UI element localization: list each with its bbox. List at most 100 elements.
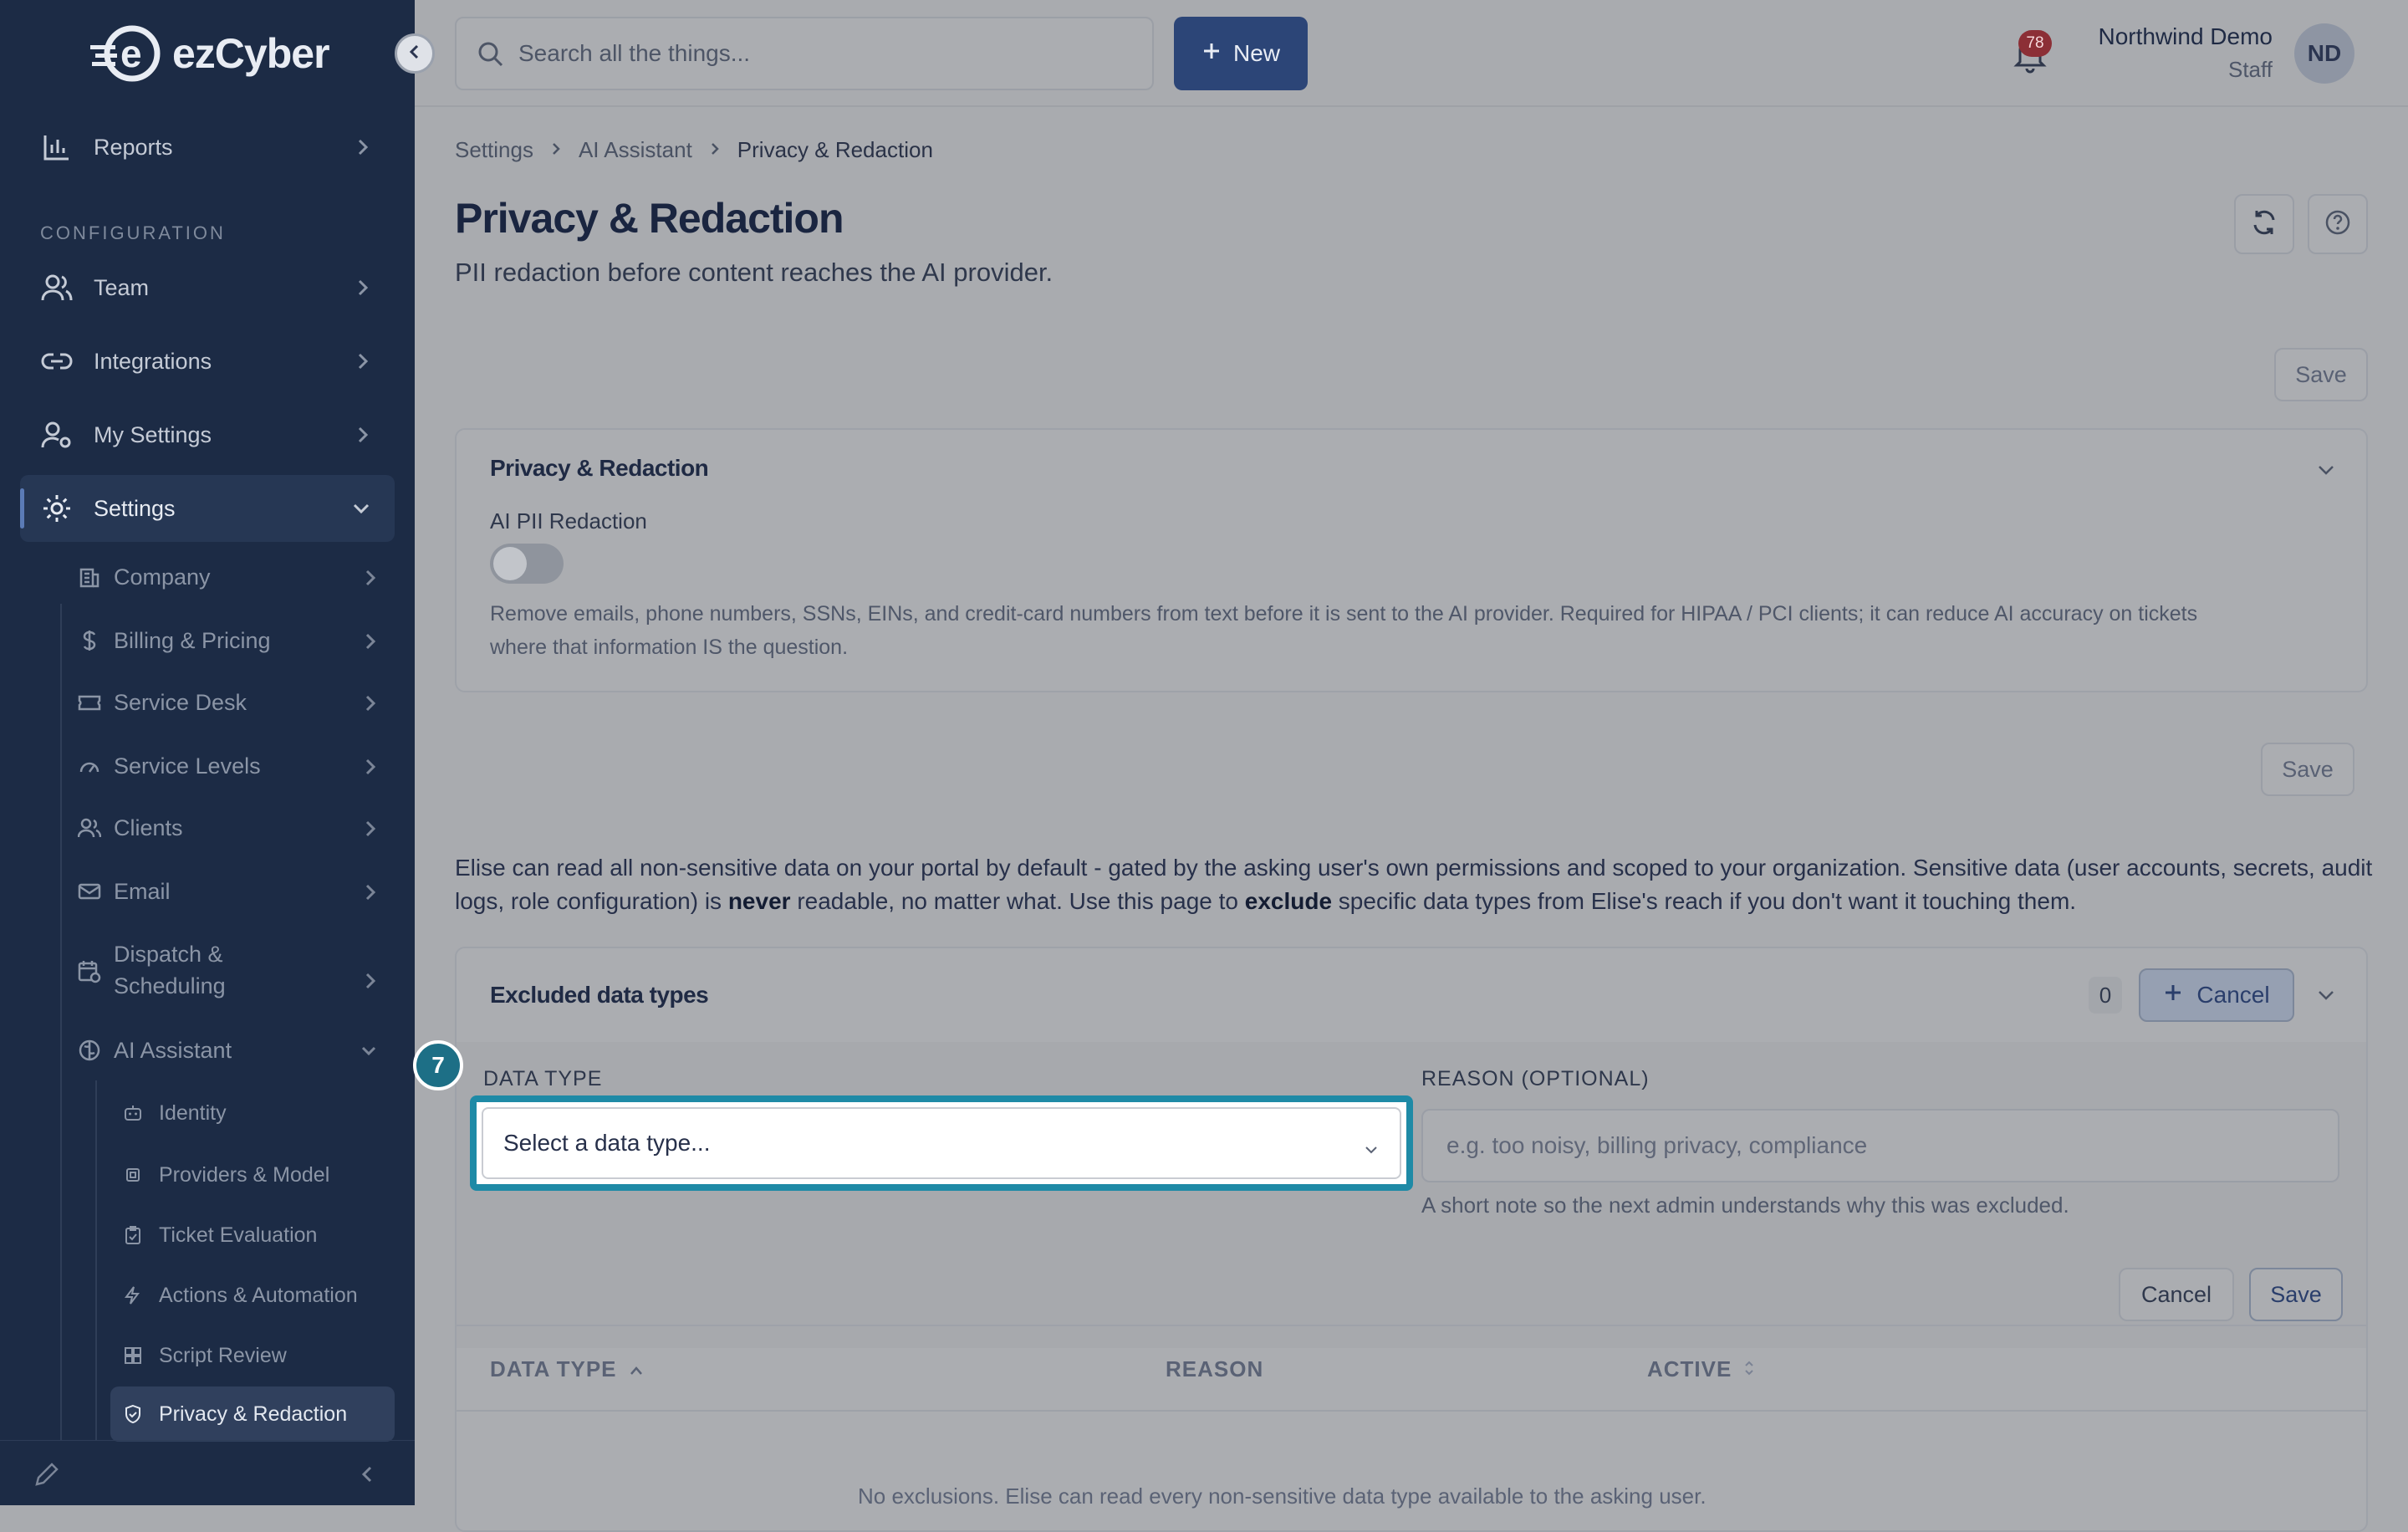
sidebar-item-ticket-evaluation[interactable]: Ticket Evaluation (110, 1208, 395, 1263)
save-button[interactable]: Save (2261, 743, 2354, 796)
chevron-right-icon (363, 692, 378, 718)
sidebar-item-label: AI Assistant (114, 1037, 232, 1063)
toggle-help-text: Remove emails, phone numbers, SSNs, EINs… (490, 597, 2329, 664)
clipboard-check-icon (124, 1225, 144, 1245)
chevron-right-icon (355, 137, 371, 163)
table-header: DATA TYPE REASON ACTIVE (457, 1325, 2366, 1412)
brand-logo[interactable]: e ezCyber (90, 22, 330, 85)
nav-label: Team (94, 274, 150, 300)
svg-text:e: e (120, 32, 142, 75)
sidebar-item-privacy[interactable]: Privacy & Redaction (110, 1386, 395, 1442)
sidebar-collapse-button[interactable] (395, 33, 435, 74)
column-header-active[interactable]: ACTIVE (1647, 1356, 1755, 1382)
chevron-down-icon[interactable] (2316, 460, 2336, 484)
chip-icon (124, 1166, 144, 1184)
avatar[interactable]: ND (2294, 23, 2354, 84)
user-name[interactable]: Northwind Demo (2098, 23, 2273, 50)
sidebar-item-label: Service Levels (114, 753, 261, 779)
sidebar-item-identity[interactable]: Identity (110, 1085, 395, 1141)
data-type-select[interactable]: Select a data type... (482, 1107, 1401, 1179)
sidebar-item-dispatch[interactable]: Dispatch & Scheduling (77, 938, 395, 1002)
search-input[interactable]: Search all the things... (455, 17, 1154, 90)
shield-icon (124, 1404, 144, 1424)
column-header-data-type[interactable]: DATA TYPE (490, 1356, 644, 1382)
bar-chart-icon (40, 130, 74, 164)
chevron-right-icon (355, 351, 371, 377)
info-text: readable, no matter what. Use this page … (790, 888, 1245, 914)
sidebar-item-script-review[interactable]: Script Review (110, 1328, 395, 1383)
new-button[interactable]: New (1174, 17, 1308, 90)
chevron-down-icon[interactable] (2316, 985, 2336, 1009)
page-subtitle: PII redaction before content reaches the… (455, 258, 1054, 287)
chevron-down-icon (351, 498, 371, 524)
excluded-data-types-card: Excluded data types 0 Cancel DATA TYPE R… (455, 947, 2368, 1532)
breadcrumb-item[interactable]: Settings (455, 137, 533, 163)
refresh-icon (2250, 208, 2278, 241)
column-label: DATA TYPE (490, 1356, 617, 1381)
nav-item-integrations[interactable]: Integrations (20, 328, 395, 395)
help-line: where that information IS the question. (490, 636, 849, 659)
sidebar-item-company[interactable]: Company (77, 549, 395, 605)
sidebar-item-billing[interactable]: Billing & Pricing (77, 612, 395, 669)
nav-label: My Settings (94, 421, 212, 447)
data-type-select-highlight: Select a data type... (470, 1095, 1413, 1191)
grid-icon (124, 1346, 144, 1365)
search-icon (477, 40, 505, 74)
nav-label: Settings (94, 495, 176, 521)
sidebar-item-label: Actions & Automation (159, 1283, 358, 1307)
save-button[interactable]: Save (2274, 348, 2368, 401)
section-label-configuration: CONFIGURATION (40, 222, 226, 243)
sidebar-item-email[interactable]: Email (77, 863, 395, 920)
chevron-left-icon[interactable] (358, 1464, 376, 1489)
sidebar-item-label: Privacy & Redaction (159, 1402, 348, 1426)
cancel-button[interactable]: Cancel (2119, 1268, 2234, 1321)
nav-item-team[interactable]: Team (20, 254, 395, 321)
sidebar-item-ai-assistant[interactable]: AI Assistant (77, 1022, 395, 1079)
topbar: Search all the things... New 78 Northwin… (415, 0, 2408, 107)
column-label: ACTIVE (1647, 1356, 1732, 1381)
sidebar: e ezCyber Reports CONFIGURATION Team Int… (0, 0, 415, 1505)
reason-help-text: A short note so the next admin understan… (1421, 1192, 2069, 1218)
sort-icon (1743, 1356, 1755, 1382)
sidebar-item-label: Service Desk (114, 689, 247, 715)
chevron-right-icon (363, 818, 378, 844)
help-line: Remove emails, phone numbers, SSNs, EINs… (490, 602, 2198, 626)
page-title: Privacy & Redaction (455, 195, 844, 242)
sidebar-item-label: Dispatch & (114, 942, 223, 967)
refresh-button[interactable] (2234, 194, 2294, 254)
help-circle-icon (2324, 208, 2352, 241)
tree-line (60, 604, 62, 1440)
sort-asc-icon (629, 1356, 644, 1382)
sidebar-item-clients[interactable]: Clients (77, 799, 395, 856)
tree-line (95, 1080, 97, 1440)
chevron-down-icon (360, 1040, 378, 1066)
nav-label: Integrations (94, 348, 212, 374)
save-button[interactable]: Save (2249, 1268, 2343, 1321)
sidebar-item-service-levels[interactable]: Service Levels (77, 738, 395, 794)
data-type-label: DATA TYPE (483, 1067, 603, 1090)
select-value: Select a data type... (503, 1130, 711, 1156)
sidebar-item-service-desk[interactable]: Service Desk (77, 674, 395, 731)
ticket-icon (77, 693, 102, 712)
chevron-right-icon (363, 631, 378, 656)
pii-redaction-toggle[interactable] (490, 544, 564, 584)
sidebar-item-label: Company (114, 564, 211, 590)
sidebar-item-providers[interactable]: Providers & Model (110, 1147, 395, 1203)
dollar-icon (77, 629, 102, 652)
reason-input[interactable]: e.g. too noisy, billing privacy, complia… (1421, 1109, 2339, 1182)
search-placeholder: Search all the things... (518, 40, 751, 66)
breadcrumb-item[interactable]: AI Assistant (579, 137, 692, 163)
toggle-add-cancel-button[interactable]: Cancel (2139, 968, 2294, 1022)
sidebar-item-label: Billing & Pricing (114, 627, 271, 653)
link-icon (40, 345, 74, 378)
building-icon (77, 566, 102, 588)
column-header-reason: REASON (1166, 1356, 1263, 1382)
sidebar-item-actions[interactable]: Actions & Automation (110, 1268, 395, 1323)
nav-item-settings[interactable]: Settings (20, 475, 395, 542)
users-icon (40, 271, 74, 304)
nav-item-reports[interactable]: Reports (20, 114, 395, 181)
nav-label: Reports (94, 134, 173, 160)
nav-item-my-settings[interactable]: My Settings (20, 401, 395, 468)
help-button[interactable] (2308, 194, 2368, 254)
pencil-icon[interactable] (33, 1461, 60, 1492)
